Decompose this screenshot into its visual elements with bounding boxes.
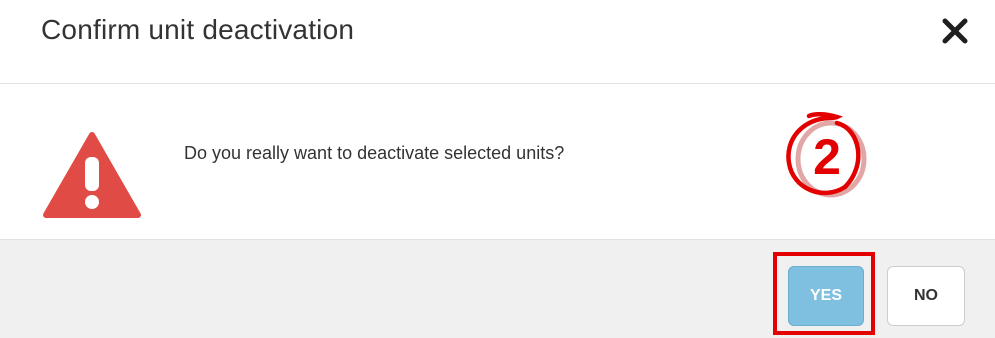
dialog-title: Confirm unit deactivation [41, 14, 355, 45]
close-icon[interactable] [940, 16, 970, 46]
warning-triangle-icon [42, 131, 142, 219]
step-annotation: 2 [775, 103, 875, 203]
no-button[interactable]: NO [887, 266, 965, 326]
dialog-body: Do you really want to deactivate selecte… [0, 84, 995, 239]
dialog-footer: YES NO [0, 239, 995, 338]
confirmation-message: Do you really want to deactivate selecte… [184, 143, 565, 163]
dialog-header: Confirm unit deactivation [0, 0, 995, 84]
yes-button[interactable]: YES [788, 266, 864, 326]
step-number: 2 [813, 129, 841, 185]
